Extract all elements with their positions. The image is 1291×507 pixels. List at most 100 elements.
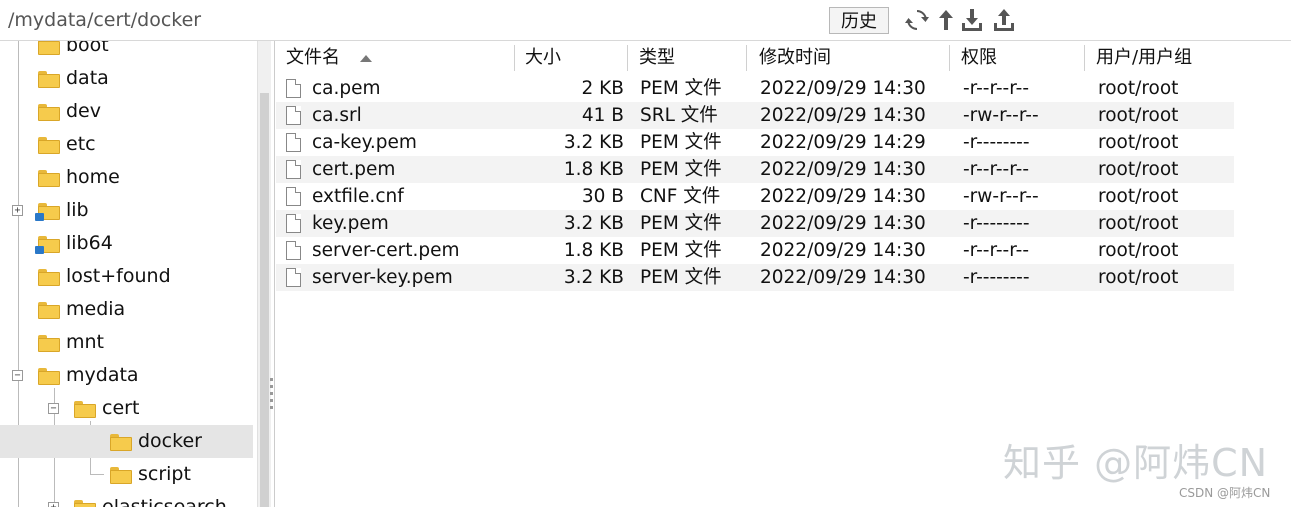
column-separator[interactable] bbox=[514, 45, 515, 71]
file-mtime: 2022/09/29 14:29 bbox=[760, 132, 926, 153]
tree-item-mnt[interactable]: mnt bbox=[0, 326, 256, 359]
collapse-icon[interactable]: − bbox=[12, 370, 23, 381]
history-button[interactable]: 历史 bbox=[829, 7, 889, 34]
table-row[interactable]: server-cert.pem 1.8 KB PEM 文件 2022/09/29… bbox=[276, 237, 1234, 264]
tree-item-boot[interactable]: boot bbox=[0, 41, 256, 62]
file-icon bbox=[286, 106, 301, 125]
table-row[interactable]: cert.pem 1.8 KB PEM 文件 2022/09/29 14:30 … bbox=[276, 156, 1234, 183]
folder-icon bbox=[74, 401, 96, 418]
sort-ascending-icon bbox=[360, 55, 372, 62]
tree-item-etc[interactable]: etc bbox=[0, 128, 256, 161]
column-header-type[interactable]: 类型 bbox=[639, 41, 675, 73]
column-separator[interactable] bbox=[746, 45, 747, 71]
file-size: 2 KB bbox=[581, 78, 624, 99]
column-separator[interactable] bbox=[1084, 45, 1085, 71]
folder-icon bbox=[38, 269, 60, 286]
path-toolbar: /mydata/cert/docker 历史 bbox=[0, 0, 1291, 41]
expand-icon[interactable]: + bbox=[48, 502, 59, 507]
column-header-permission[interactable]: 权限 bbox=[961, 41, 997, 73]
table-row[interactable]: server-key.pem 3.2 KB PEM 文件 2022/09/29 … bbox=[276, 264, 1234, 291]
tree-item-label: boot bbox=[66, 41, 109, 56]
file-name: ca-key.pem bbox=[312, 132, 417, 153]
file-type: SRL 文件 bbox=[640, 105, 718, 126]
tree-item-data[interactable]: data bbox=[0, 62, 256, 95]
path-input[interactable]: /mydata/cert/docker bbox=[8, 9, 201, 31]
file-name: server-cert.pem bbox=[312, 240, 460, 261]
refresh-icon[interactable] bbox=[905, 8, 929, 32]
file-icon bbox=[286, 79, 301, 98]
file-permission: -r--r--r-- bbox=[963, 240, 1029, 261]
folder-icon bbox=[38, 368, 60, 385]
file-icon bbox=[286, 268, 301, 287]
collapse-icon[interactable]: − bbox=[48, 403, 59, 414]
file-mtime: 2022/09/29 14:30 bbox=[760, 105, 926, 126]
table-row[interactable]: key.pem 3.2 KB PEM 文件 2022/09/29 14:30 -… bbox=[276, 210, 1234, 237]
up-arrow-icon[interactable] bbox=[934, 8, 958, 32]
tree-item-mydata[interactable]: − mydata bbox=[0, 359, 256, 392]
tree-item-lib[interactable]: + lib bbox=[0, 194, 256, 227]
column-header-mtime[interactable]: 修改时间 bbox=[759, 41, 831, 73]
file-icon bbox=[286, 160, 301, 179]
watermark-text: 知乎 @阿炜CN bbox=[1003, 441, 1269, 485]
column-separator[interactable] bbox=[627, 45, 628, 71]
table-row[interactable]: extfile.cnf 30 B CNF 文件 2022/09/29 14:30… bbox=[276, 183, 1234, 210]
file-name: cert.pem bbox=[312, 159, 396, 180]
file-type: PEM 文件 bbox=[640, 78, 722, 99]
file-owner: root/root bbox=[1098, 78, 1179, 99]
column-separator[interactable] bbox=[949, 45, 950, 71]
tree-item-label: elasticsearch bbox=[102, 496, 227, 507]
file-size: 3.2 KB bbox=[563, 132, 624, 153]
tree-item-lib64[interactable]: lib64 bbox=[0, 227, 256, 260]
file-size: 3.2 KB bbox=[563, 213, 624, 234]
folder-link-icon bbox=[35, 236, 60, 254]
tree-item-label: etc bbox=[66, 133, 96, 155]
file-icon bbox=[286, 214, 301, 233]
file-size: 1.8 KB bbox=[563, 240, 624, 261]
file-name: ca.pem bbox=[312, 78, 381, 99]
tree-item-script[interactable]: script bbox=[0, 458, 256, 491]
file-type: PEM 文件 bbox=[640, 213, 722, 234]
tree-item-media[interactable]: media bbox=[0, 293, 256, 326]
file-mtime: 2022/09/29 14:30 bbox=[760, 159, 926, 180]
file-permission: -r--r--r-- bbox=[963, 78, 1029, 99]
table-row[interactable]: ca.srl 41 B SRL 文件 2022/09/29 14:30 -rw-… bbox=[276, 102, 1234, 129]
tree-item-lost-found[interactable]: lost+found bbox=[0, 260, 256, 293]
expand-icon[interactable]: + bbox=[12, 205, 23, 216]
folder-link-icon bbox=[35, 203, 60, 221]
file-name: key.pem bbox=[312, 213, 389, 234]
file-owner: root/root bbox=[1098, 105, 1179, 126]
credit-text: CSDN @阿炜CN bbox=[1179, 486, 1271, 500]
table-row[interactable]: ca-key.pem 3.2 KB PEM 文件 2022/09/29 14:2… bbox=[276, 129, 1234, 156]
column-header-owner[interactable]: 用户/用户组 bbox=[1096, 41, 1192, 73]
column-header-size[interactable]: 大小 bbox=[525, 41, 561, 73]
scrollbar-thumb[interactable] bbox=[260, 93, 269, 507]
folder-icon bbox=[38, 41, 60, 55]
tree-item-docker[interactable]: docker bbox=[0, 425, 253, 458]
file-type: PEM 文件 bbox=[640, 267, 722, 288]
tree-item-label: mydata bbox=[66, 364, 139, 386]
table-row[interactable]: ca.pem 2 KB PEM 文件 2022/09/29 14:30 -r--… bbox=[276, 75, 1234, 102]
file-size: 3.2 KB bbox=[563, 267, 624, 288]
file-owner: root/root bbox=[1098, 213, 1179, 234]
tree-item-home[interactable]: home bbox=[0, 161, 256, 194]
upload-icon[interactable] bbox=[992, 8, 1016, 32]
folder-icon bbox=[38, 170, 60, 187]
column-header-name[interactable]: 文件名 bbox=[286, 41, 340, 73]
tree-item-label: mnt bbox=[66, 331, 104, 353]
file-mtime: 2022/09/29 14:30 bbox=[760, 213, 926, 234]
file-type: PEM 文件 bbox=[640, 132, 722, 153]
folder-icon bbox=[74, 500, 96, 507]
tree-scrollbar[interactable] bbox=[257, 41, 271, 507]
tree-item-elasticsearch[interactable]: + elasticsearch bbox=[0, 491, 256, 507]
download-icon[interactable] bbox=[960, 8, 984, 32]
file-owner: root/root bbox=[1098, 186, 1179, 207]
folder-icon bbox=[38, 302, 60, 319]
pane-divider bbox=[274, 41, 275, 507]
file-permission: -rw-r--r-- bbox=[963, 105, 1039, 126]
file-permission: -rw-r--r-- bbox=[963, 186, 1039, 207]
file-name: ca.srl bbox=[312, 105, 362, 126]
tree-item-label: lib bbox=[66, 199, 89, 221]
tree-item-cert[interactable]: − cert bbox=[0, 392, 256, 425]
tree-item-dev[interactable]: dev bbox=[0, 95, 256, 128]
file-name: extfile.cnf bbox=[312, 186, 404, 207]
